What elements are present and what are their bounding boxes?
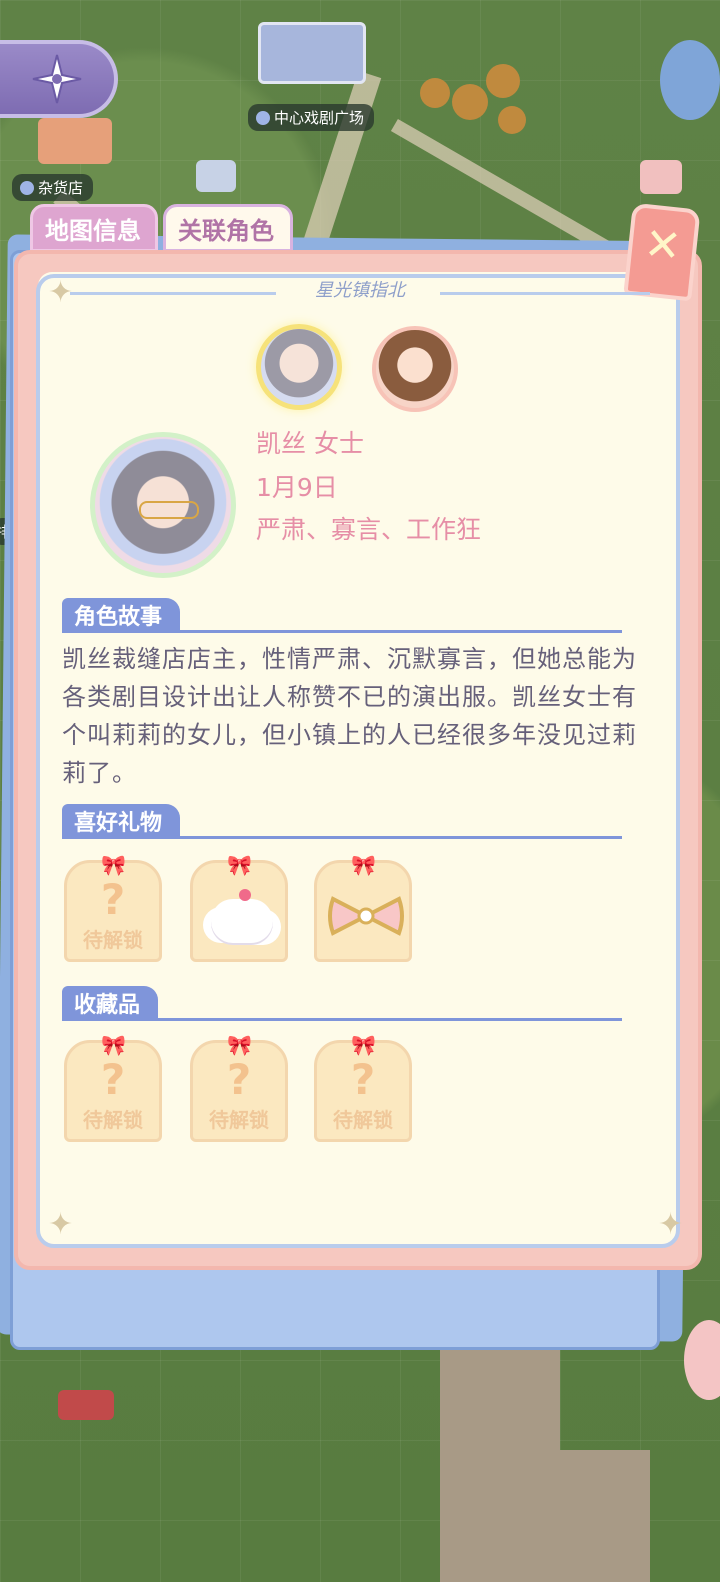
tree-icon	[498, 106, 526, 134]
map-dirt-path	[440, 1330, 560, 1582]
landmark-icon	[256, 110, 270, 125]
gift-card-locked[interactable]: 🎀 ? 待解锁	[64, 853, 162, 962]
tree-icon	[486, 64, 520, 98]
house-building	[196, 160, 236, 192]
section-rule	[62, 836, 622, 839]
header-script: 星光镇指北	[315, 280, 405, 301]
tab-related-characters[interactable]: 关联角色	[163, 204, 293, 252]
glasses-icon	[139, 501, 199, 519]
store-building[interactable]	[38, 118, 112, 164]
bow-icon: 🎀	[351, 853, 376, 877]
sparkle-icon: ✦	[48, 1207, 74, 1242]
bow-icon: 🎀	[351, 1033, 376, 1057]
tree-icon	[420, 78, 450, 108]
character-name: 凯丝 女士	[256, 429, 364, 458]
character-portrait	[90, 432, 236, 578]
question-icon: ?	[226, 1055, 252, 1104]
question-icon: ?	[350, 1055, 376, 1104]
compass-button[interactable]	[0, 40, 118, 118]
section-rule	[62, 1018, 622, 1021]
bus-icon	[58, 1390, 114, 1420]
tab-map-info[interactable]: 地图信息	[30, 204, 158, 252]
compass-icon	[32, 54, 82, 104]
section-title-gifts: 喜好礼物	[62, 804, 181, 838]
collectible-lock-label: 待解锁	[209, 1108, 269, 1132]
character-avatar-kaisi[interactable]	[256, 324, 342, 410]
character-avatar-girl[interactable]	[372, 326, 458, 412]
section-title-story: 角色故事	[62, 598, 181, 632]
gift-card-cloud-cake[interactable]: 🎀	[190, 853, 288, 962]
gift-card-bow-cookie[interactable]: 🎀	[314, 853, 412, 962]
bow-icon: 🎀	[101, 1033, 126, 1057]
shop-icon	[20, 180, 34, 195]
section-title-collectibles: 收藏品	[62, 986, 159, 1020]
collectible-lock-label: 待解锁	[83, 1108, 143, 1132]
character-traits: 严肃、寡言、工作狂	[256, 515, 482, 544]
collectible-card[interactable]: 🎀 ? 待解锁	[314, 1033, 412, 1142]
question-icon: ?	[100, 875, 126, 924]
collectible-card[interactable]: 🎀 ? 待解锁	[190, 1033, 288, 1142]
gift-lock-label: 待解锁	[83, 928, 143, 952]
collectible-lock-label: 待解锁	[333, 1108, 393, 1132]
character-birthday: 1月9日	[256, 473, 338, 502]
cloud-cake-icon	[211, 889, 273, 943]
house-building	[640, 160, 682, 194]
close-icon: ✕	[641, 218, 684, 273]
bow-icon: 🎀	[227, 1033, 252, 1057]
collectible-card[interactable]: 🎀 ? 待解锁	[64, 1033, 162, 1142]
character-story: 凯丝裁缝店店主，性情严肃、沉默寡言，但她总能为各类剧目设计出让人称赞不已的演出服…	[62, 645, 637, 787]
pond	[660, 40, 720, 120]
section-rule	[62, 630, 622, 633]
bow-cookie-icon	[328, 896, 404, 936]
sparkle-icon: ✦	[658, 1207, 684, 1242]
map-dirt-path	[560, 1450, 650, 1582]
bow-icon: 🎀	[227, 853, 252, 877]
bow-icon: 🎀	[101, 853, 126, 877]
map-label-store[interactable]: 杂货店	[12, 174, 94, 201]
map-label-theater[interactable]: 中心戏剧广场	[248, 104, 375, 131]
theater-building[interactable]	[258, 22, 366, 84]
tree-icon	[452, 84, 488, 120]
question-icon: ?	[100, 1055, 126, 1104]
